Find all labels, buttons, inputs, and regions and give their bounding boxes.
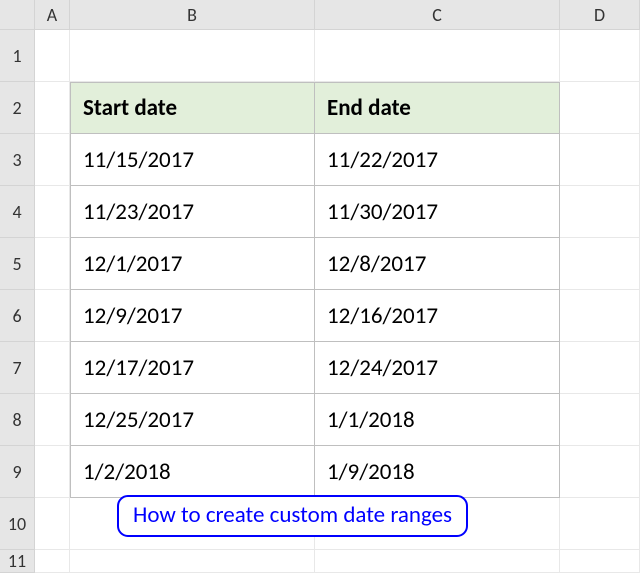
row-header-2[interactable]: 2 [0,82,35,134]
cell-a3[interactable] [35,134,70,186]
table-cell-b3[interactable]: 11/15/2017 [70,134,315,186]
col-header-d[interactable]: D [560,0,640,30]
row-header-1[interactable]: 1 [0,30,35,82]
spreadsheet-grid: A B C D 1 2 Start date End date 3 11/15/… [0,0,640,573]
col-header-b[interactable]: B [70,0,315,30]
row-header-7[interactable]: 7 [0,342,35,394]
cell-b1[interactable] [70,30,315,82]
cell-c11[interactable] [315,550,560,573]
cell-d2[interactable] [560,82,640,134]
table-cell-b7[interactable]: 12/17/2017 [70,342,315,394]
cell-d10[interactable] [560,498,640,550]
col-header-c[interactable]: C [315,0,560,30]
table-cell-c9[interactable]: 1/9/2018 [315,446,560,498]
table-cell-b4[interactable]: 11/23/2017 [70,186,315,238]
cell-a2[interactable] [35,82,70,134]
table-cell-c7[interactable]: 12/24/2017 [315,342,560,394]
table-cell-c8[interactable]: 1/1/2018 [315,394,560,446]
cell-a8[interactable] [35,394,70,446]
cell-d1[interactable] [560,30,640,82]
table-cell-b5[interactable]: 12/1/2017 [70,238,315,290]
cell-a10[interactable] [35,498,70,550]
row-header-11[interactable]: 11 [0,550,35,573]
cell-d11[interactable] [560,550,640,573]
cell-b11[interactable] [70,550,315,573]
cell-a4[interactable] [35,186,70,238]
cell-c1[interactable] [315,30,560,82]
cell-d7[interactable] [560,342,640,394]
table-cell-b6[interactable]: 12/9/2017 [70,290,315,342]
table-cell-c4[interactable]: 11/30/2017 [315,186,560,238]
cell-d5[interactable] [560,238,640,290]
cell-a9[interactable] [35,446,70,498]
header-end-date[interactable]: End date [315,82,560,134]
row-header-3[interactable]: 3 [0,134,35,186]
row-header-9[interactable]: 9 [0,446,35,498]
row-header-4[interactable]: 4 [0,186,35,238]
cell-d8[interactable] [560,394,640,446]
row-header-5[interactable]: 5 [0,238,35,290]
cell-d4[interactable] [560,186,640,238]
cell-a6[interactable] [35,290,70,342]
row-header-6[interactable]: 6 [0,290,35,342]
table-cell-c6[interactable]: 12/16/2017 [315,290,560,342]
table-cell-c3[interactable]: 11/22/2017 [315,134,560,186]
cell-d9[interactable] [560,446,640,498]
select-all-corner[interactable] [0,0,35,30]
col-header-a[interactable]: A [35,0,70,30]
table-cell-b9[interactable]: 1/2/2018 [70,446,315,498]
cell-d6[interactable] [560,290,640,342]
row-header-8[interactable]: 8 [0,394,35,446]
cell-a11[interactable] [35,550,70,573]
cell-d3[interactable] [560,134,640,186]
row-header-10[interactable]: 10 [0,498,35,550]
cell-a1[interactable] [35,30,70,82]
table-cell-c5[interactable]: 12/8/2017 [315,238,560,290]
header-start-date[interactable]: Start date [70,82,315,134]
cell-a5[interactable] [35,238,70,290]
cell-a7[interactable] [35,342,70,394]
table-cell-b8[interactable]: 12/25/2017 [70,394,315,446]
help-link[interactable]: How to create custom date ranges [117,495,468,537]
